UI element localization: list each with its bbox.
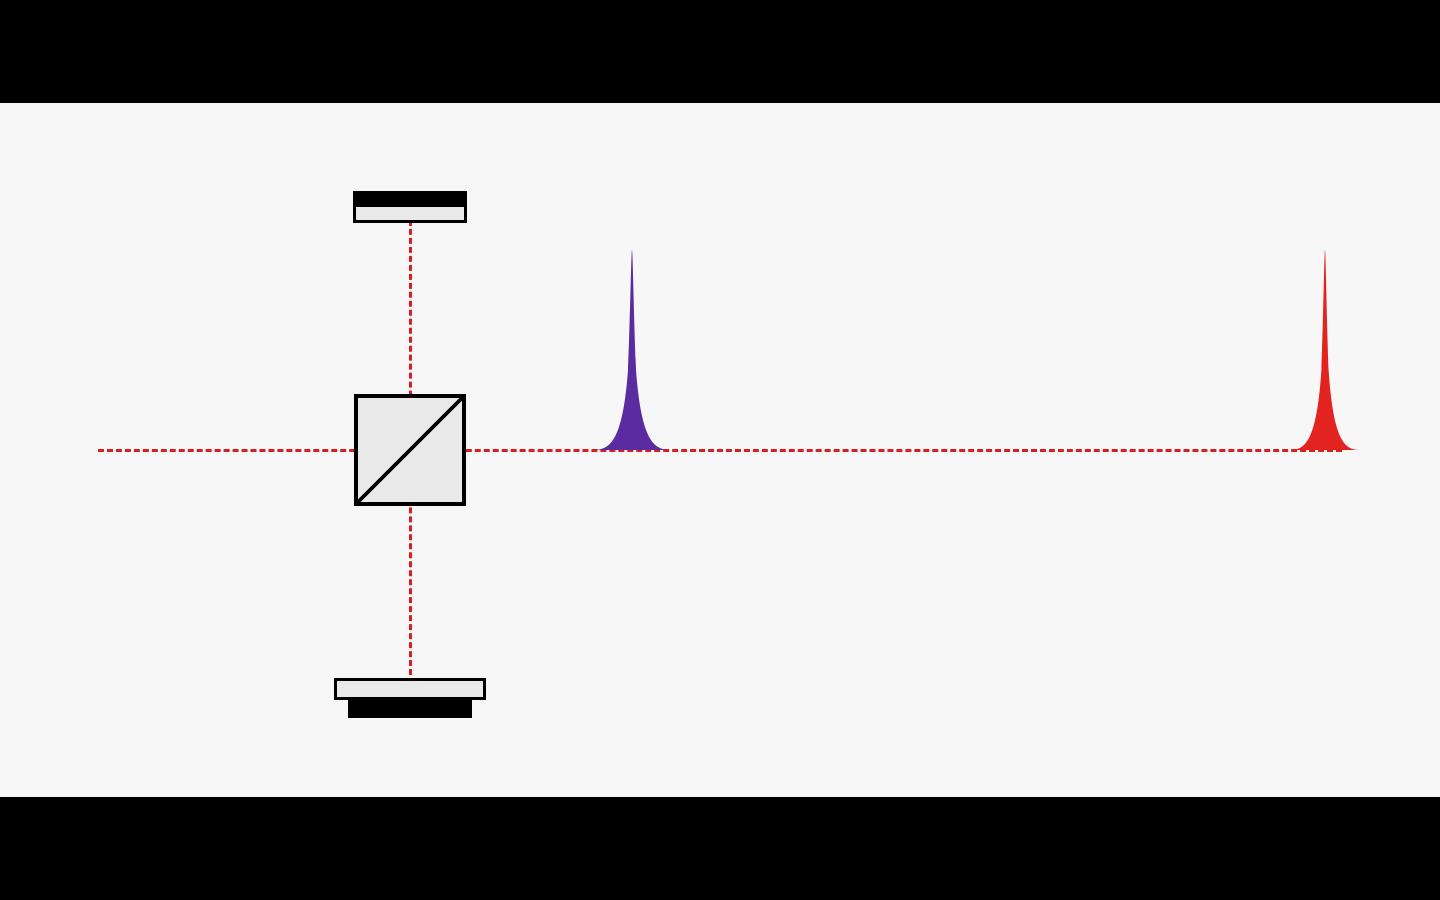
beam-splitter-diagonal-icon: [358, 398, 462, 502]
pulse-red: [1289, 250, 1361, 450]
mirror-surface-icon: [334, 678, 486, 700]
beam-horizontal: [98, 449, 1342, 452]
mirror-bottom-on-stage: [334, 678, 486, 718]
mirror-top: [353, 191, 467, 223]
translation-stage-icon: [348, 700, 473, 718]
beam-splitter-cube: [354, 394, 466, 506]
diagram-canvas: [0, 103, 1440, 797]
mirror-backing-icon: [353, 191, 467, 204]
pulse-purple: [592, 250, 672, 450]
mirror-surface-icon: [353, 204, 467, 223]
